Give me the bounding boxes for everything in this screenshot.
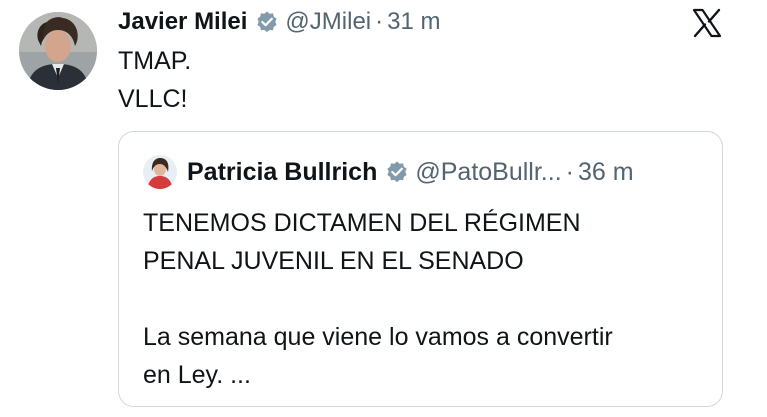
quoted-author-avatar[interactable]	[143, 155, 177, 189]
quoted-tweet[interactable]: Patricia Bullrich @PatoBullr... · 36 m T…	[118, 131, 723, 407]
quoted-author-name[interactable]: Patricia Bullrich	[187, 158, 377, 187]
verified-badge-icon	[385, 160, 409, 184]
quoted-line: en Ley. ...	[143, 361, 251, 389]
tweet-line: TMAP.	[118, 47, 192, 75]
author-name[interactable]: Javier Milei	[118, 8, 247, 36]
tweet-timestamp[interactable]: 31 m	[387, 8, 440, 36]
quoted-line: La semana que viene lo vamos a convertir	[143, 323, 613, 351]
quoted-author-handle[interactable]: @PatoBullr...	[415, 158, 561, 187]
quoted-line: TENEMOS DICTAMEN DEL RÉGIMEN	[143, 209, 581, 237]
tweet-line: VLLC!	[118, 85, 188, 113]
verified-badge-icon	[255, 10, 279, 34]
quoted-line: PENAL JUVENIL EN EL SENADO	[143, 247, 524, 275]
tweet-header: Javier Milei @JMilei · 31 m	[118, 2, 440, 42]
quoted-tweet-text: TENEMOS DICTAMEN DEL RÉGIMEN PENAL JUVEN…	[143, 204, 613, 394]
author-avatar[interactable]	[19, 12, 97, 90]
tweet-card[interactable]: Javier Milei @JMilei · 31 m TMAP. VLLC!	[0, 0, 767, 417]
header-separator: ·	[375, 8, 384, 35]
quoted-tweet-timestamp[interactable]: 36 m	[578, 158, 634, 187]
quoted-tweet-header: Patricia Bullrich @PatoBullr... · 36 m	[143, 154, 634, 190]
x-logo-icon[interactable]	[692, 8, 722, 38]
author-handle[interactable]: @JMilei	[285, 8, 371, 36]
quoted-header-separator: ·	[565, 157, 574, 186]
tweet-text: TMAP. VLLC!	[118, 42, 191, 118]
